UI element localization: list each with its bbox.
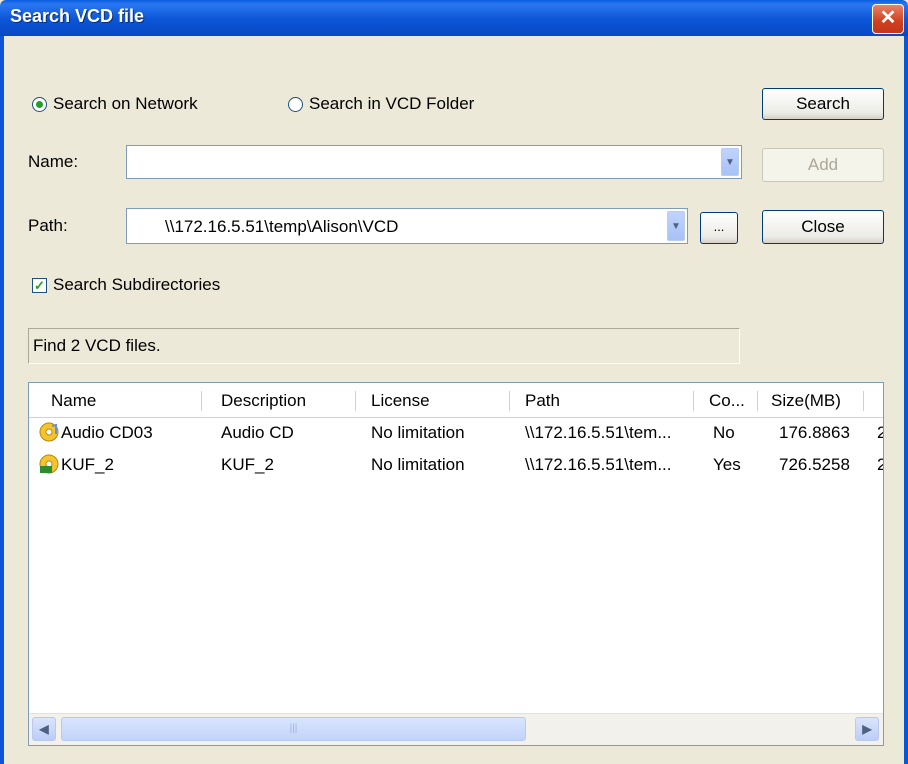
cell-description: KUF_2 (221, 455, 274, 474)
cell-license: No limitation (371, 455, 465, 474)
cell-size: 726.5258 (779, 455, 850, 474)
cell-license: No limitation (371, 423, 465, 442)
list-header: Name Description License Path Co... Size… (29, 383, 883, 418)
cell-description: Audio CD (221, 423, 294, 442)
search-subdirectories-label: Search Subdirectories (53, 275, 221, 294)
status-bar: Find 2 VCD files. (28, 328, 740, 364)
results-list[interactable]: Name Description License Path Co... Size… (28, 382, 884, 746)
cell-co: Yes (713, 455, 741, 474)
cell-name: KUF_2 (61, 455, 114, 474)
column-header-license[interactable]: License (371, 391, 430, 411)
radio-search-in-vcd-folder-label: Search in VCD Folder (309, 94, 475, 113)
browse-button[interactable]: ... (700, 212, 738, 244)
search-button[interactable]: Search (762, 88, 884, 120)
window-frame-left (0, 36, 4, 764)
path-combobox[interactable]: \\172.16.5.51\temp\Alison\VCD ▼ (126, 208, 688, 244)
name-combobox[interactable]: ▼ (126, 145, 742, 179)
chevron-down-icon[interactable]: ▼ (667, 211, 685, 241)
cell-path: \\172.16.5.51\tem... (525, 423, 672, 442)
name-label: Name: (28, 152, 79, 171)
scroll-thumb[interactable]: ||| (61, 717, 526, 741)
radio-unselected-icon (288, 96, 303, 112)
chevron-down-icon[interactable]: ▼ (721, 148, 739, 176)
search-subdirectories-checkbox[interactable]: ✓ Search Subdirectories (32, 275, 220, 295)
close-button[interactable]: Close (762, 210, 884, 244)
audio-cd-icon (39, 422, 59, 442)
cell-co: No (713, 423, 735, 442)
path-label: Path: (28, 216, 68, 235)
close-icon[interactable]: ✕ (872, 4, 904, 34)
column-header-co[interactable]: Co... (709, 391, 745, 411)
cell-extra: 2 (877, 455, 883, 475)
radio-search-on-network[interactable]: Search on Network (32, 94, 198, 114)
column-header-path[interactable]: Path (525, 391, 560, 411)
path-combobox-value: \\172.16.5.51\temp\Alison\VCD (165, 217, 399, 236)
title-bar: Search VCD file ✕ (0, 0, 908, 36)
column-header-size[interactable]: Size(MB) (771, 391, 841, 411)
table-row[interactable]: Audio CD03 Audio CD No limitation \\172.… (29, 421, 883, 445)
window-frame-right (904, 36, 908, 764)
window-title: Search VCD file (10, 6, 145, 26)
vcd-icon (39, 454, 59, 474)
radio-search-on-network-label: Search on Network (53, 94, 198, 113)
column-header-description[interactable]: Description (221, 391, 306, 411)
cell-name: Audio CD03 (61, 423, 153, 442)
cell-extra: 2 (877, 423, 883, 443)
radio-search-in-vcd-folder[interactable]: Search in VCD Folder (288, 94, 474, 114)
scroll-left-icon[interactable]: ◀ (32, 717, 56, 741)
horizontal-scrollbar[interactable]: ◀ ||| ▶ (29, 713, 883, 745)
status-text: Find 2 VCD files. (33, 336, 161, 355)
column-header-name[interactable]: Name (51, 391, 96, 411)
checkmark-icon: ✓ (32, 277, 47, 293)
table-row[interactable]: KUF_2 KUF_2 No limitation \\172.16.5.51\… (29, 453, 883, 477)
add-button[interactable]: Add (762, 148, 884, 182)
radio-selected-icon (32, 96, 47, 112)
scroll-right-icon[interactable]: ▶ (855, 717, 879, 741)
cell-size: 176.8863 (779, 423, 850, 442)
cell-path: \\172.16.5.51\tem... (525, 455, 672, 474)
